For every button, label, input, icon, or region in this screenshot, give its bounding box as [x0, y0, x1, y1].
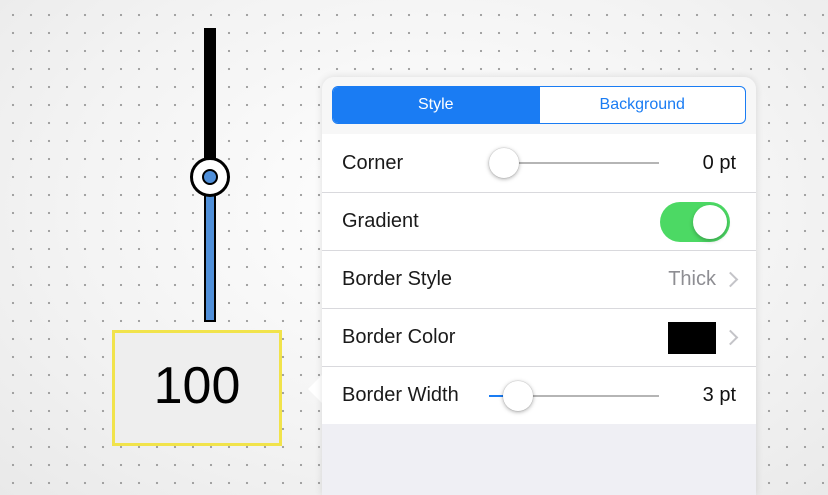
vertical-slider[interactable] — [190, 28, 230, 324]
gradient-row: Gradient — [322, 192, 756, 250]
border-width-label: Border Width — [342, 384, 459, 406]
tab-style[interactable]: Style — [333, 87, 539, 123]
vertical-slider-knob[interactable] — [190, 157, 230, 197]
border-color-label: Border Color — [342, 326, 456, 348]
chevron-right-icon — [722, 271, 739, 288]
gradient-label: Gradient — [342, 210, 419, 232]
border-width-value: 3 pt — [702, 384, 736, 406]
corner-row: Corner 0 pt — [322, 134, 756, 192]
tab-background[interactable]: Background — [538, 87, 746, 123]
vertical-slider-fill — [204, 180, 216, 322]
style-popover: Style Background Corner 0 pt Gradient Bo… — [322, 77, 756, 495]
gradient-toggle-knob — [693, 204, 727, 239]
corner-slider[interactable] — [489, 148, 659, 178]
value-label-box[interactable]: 100 — [112, 330, 282, 446]
corner-slider-thumb[interactable] — [489, 148, 519, 178]
style-background-segmented-control[interactable]: Style Background — [332, 86, 746, 124]
corner-value: 0 pt — [702, 151, 736, 174]
vertical-slider-knob-center — [202, 169, 218, 185]
border-color-row[interactable]: Border Color — [322, 308, 756, 366]
popover-header: Style Background — [322, 77, 756, 134]
border-style-value: Thick — [668, 268, 716, 290]
border-width-slider[interactable] — [489, 380, 659, 411]
border-style-row[interactable]: Border Style Thick — [322, 250, 756, 308]
gradient-toggle[interactable] — [660, 201, 730, 242]
border-color-swatch — [668, 321, 716, 354]
settings-list: Corner 0 pt Gradient Border Style Thick … — [322, 134, 756, 424]
border-width-slider-thumb[interactable] — [503, 380, 533, 411]
border-width-row: Border Width 3 pt — [322, 366, 756, 424]
popover-arrow — [308, 375, 322, 403]
value-label-text: 100 — [153, 357, 241, 415]
border-style-label: Border Style — [342, 268, 453, 290]
corner-label: Corner — [342, 151, 404, 174]
chevron-right-icon — [722, 329, 739, 346]
